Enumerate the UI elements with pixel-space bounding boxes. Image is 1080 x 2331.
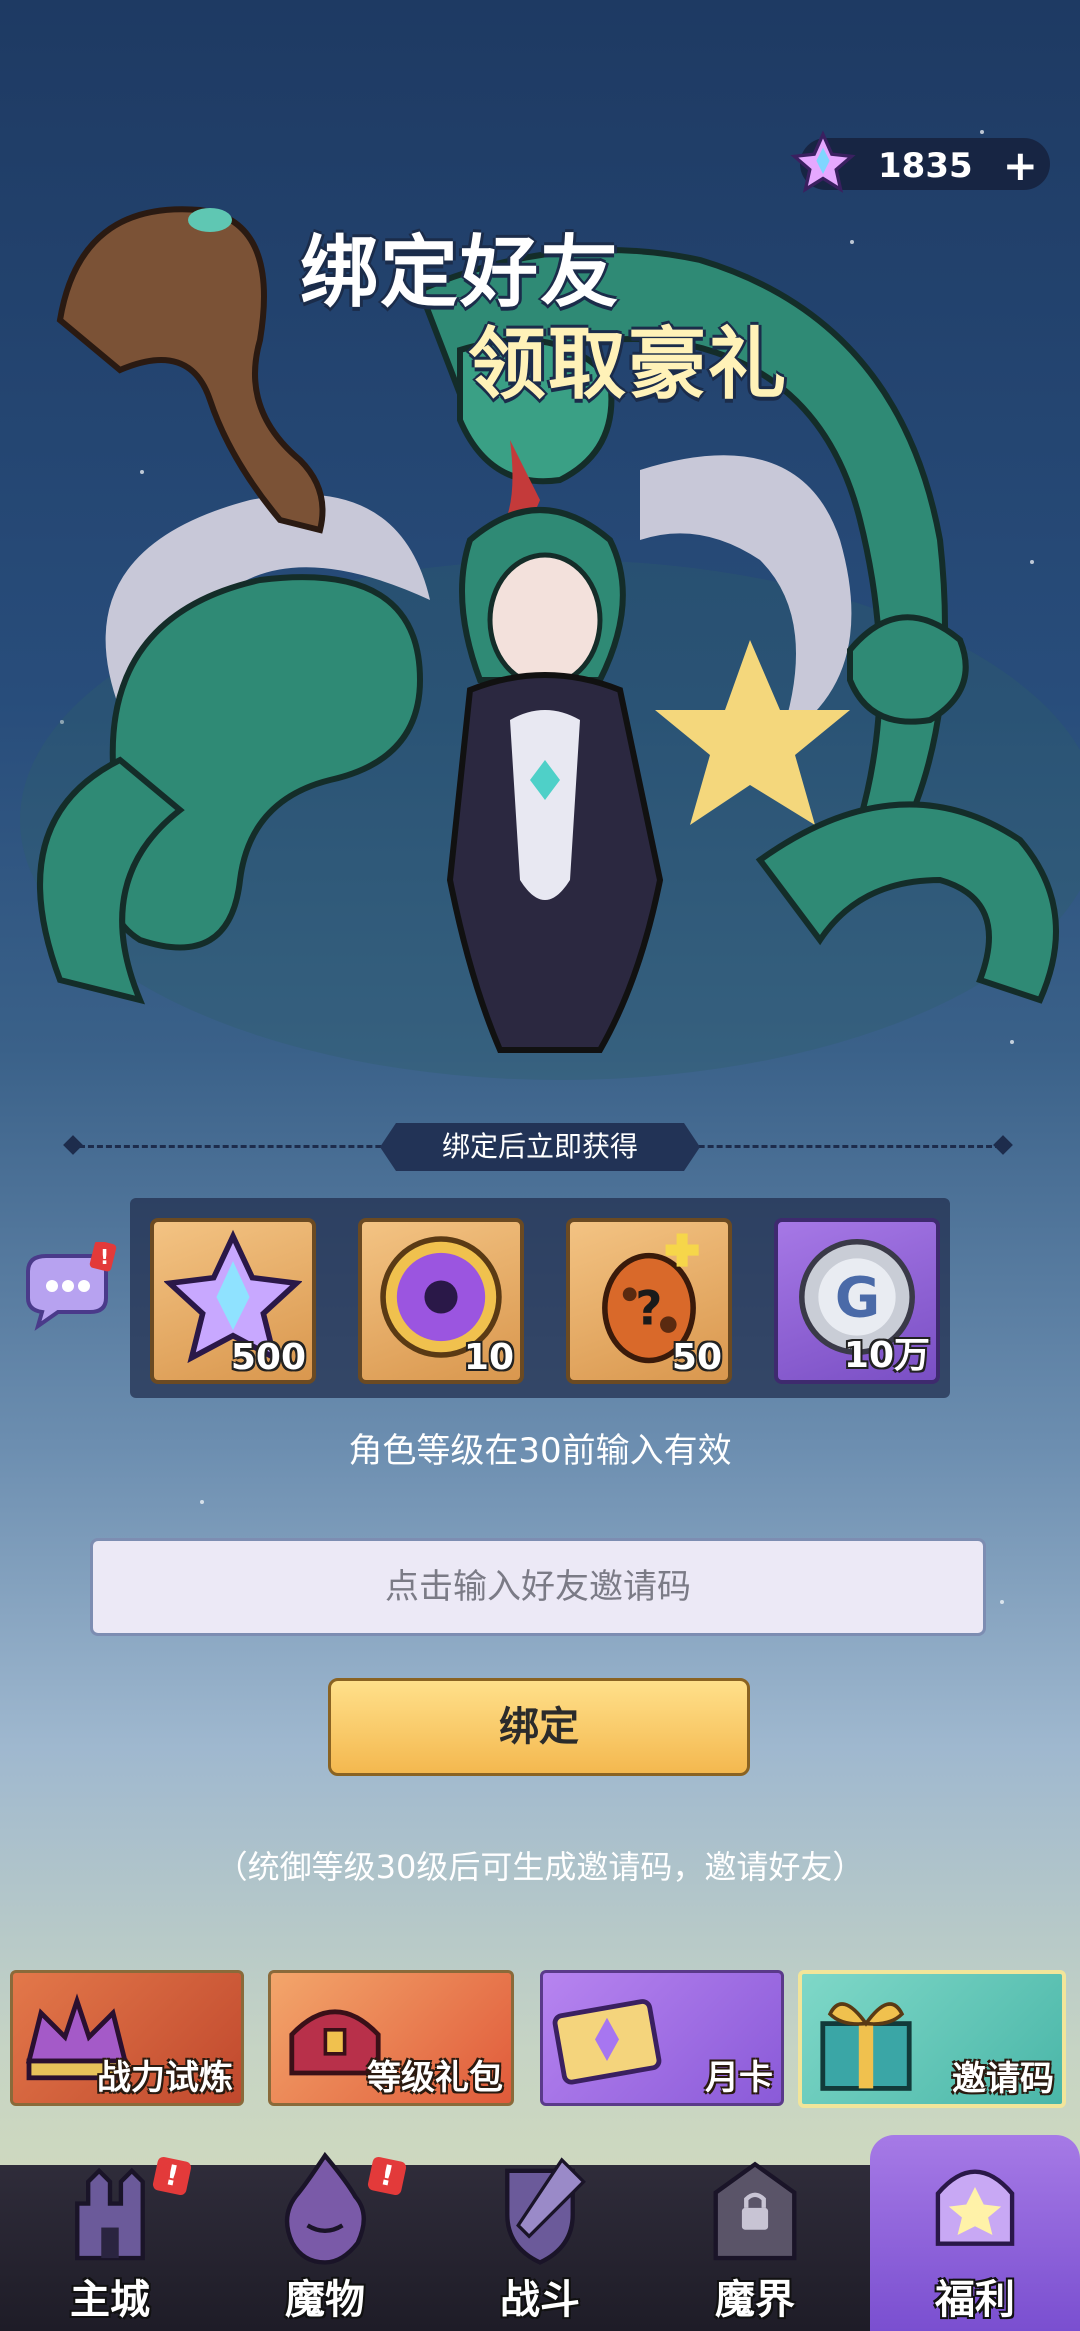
feature-label: 等级礼包 <box>367 2058 503 2098</box>
bottom-navigation: ! 主城 ! 魔物 战斗 魔界 福利 <box>0 2135 1080 2331</box>
reward-count: 10 <box>463 1337 514 1378</box>
bind-button[interactable]: 绑定 <box>328 1678 750 1776</box>
reward-item-mystery-egg[interactable]: ? 50 <box>566 1218 732 1384</box>
nav-label: 福利 <box>935 2277 1015 2323</box>
feature-invite-code[interactable]: 邀请码 <box>798 1970 1066 2108</box>
feature-level-pack[interactable]: 等级礼包 <box>268 1970 514 2106</box>
svg-text:!: ! <box>100 1245 109 1269</box>
monster-flame-icon <box>284 2151 366 2265</box>
reward-count: 500 <box>230 1337 306 1378</box>
invite-code-input[interactable]: 点击输入好友邀请码 <box>90 1538 986 1636</box>
reward-item-silver-coin[interactable]: G 10万 <box>774 1218 940 1384</box>
feature-power-trial[interactable]: 战力试炼 <box>10 1970 244 2106</box>
gift-box-icon <box>820 2002 912 2091</box>
nav-item-demon-realm[interactable]: 魔界 <box>650 2161 860 2331</box>
rewards-header: 绑定后立即获得 <box>380 1123 700 1171</box>
banner-title-line2: 领取豪礼 <box>468 320 789 410</box>
feature-label: 邀请码 <box>952 2059 1054 2099</box>
nav-label: 战斗 <box>500 2277 580 2323</box>
welfare-chest-icon <box>935 2169 1015 2246</box>
notification-badge: ! <box>366 2155 408 2197</box>
feature-label: 月卡 <box>705 2058 773 2098</box>
feature-monthly-card[interactable]: 月卡 <box>540 1970 784 2106</box>
add-currency-button[interactable]: + <box>1003 141 1038 190</box>
feature-label: 战力试炼 <box>97 2058 233 2098</box>
nav-label: 魔物 <box>285 2277 365 2323</box>
nav-item-monsters[interactable]: ! 魔物 <box>220 2151 430 2331</box>
monthly-card-icon <box>552 1999 662 2085</box>
star-crystal-icon <box>790 130 856 193</box>
chat-bubble-icon[interactable]: ! <box>18 1242 118 1332</box>
nav-label: 魔界 <box>715 2277 795 2323</box>
notification-badge: ! <box>151 2155 193 2197</box>
divider-diamond-right <box>993 1135 1013 1155</box>
reward-count: 50 <box>671 1337 722 1378</box>
reward-count: 10万 <box>843 1335 930 1376</box>
nav-label: 主城 <box>70 2277 150 2323</box>
svg-text:G: G <box>835 1266 880 1330</box>
castle-icon <box>75 2167 145 2261</box>
invite-generation-hint: （统御等级30级后可生成邀请码，邀请好友） <box>215 1848 865 1886</box>
shield-sword-icon <box>505 2157 586 2265</box>
reward-item-purple-orb[interactable]: 10 <box>358 1218 524 1384</box>
currency-display: 1835 + <box>790 130 1050 193</box>
locked-realm-icon <box>713 2161 797 2261</box>
reward-item-star-crystal[interactable]: 500 <box>150 1218 316 1384</box>
divider-diamond-left <box>63 1135 83 1155</box>
nav-item-welfare[interactable]: 福利 <box>870 2135 1080 2331</box>
level-requirement-text: 角色等级在30前输入有效 <box>348 1431 732 1471</box>
rewards-panel: 500 10 ? 50 G 10万 <box>130 1198 950 1398</box>
nav-item-battle[interactable]: 战斗 <box>435 2157 645 2331</box>
nav-item-main-city[interactable]: ! 主城 <box>5 2155 215 2331</box>
welfare-page: { "currency": {"value": "1835", "plus": … <box>0 0 1080 2331</box>
currency-amount: 1835 <box>878 146 973 186</box>
svg-text:?: ? <box>635 1282 662 1337</box>
